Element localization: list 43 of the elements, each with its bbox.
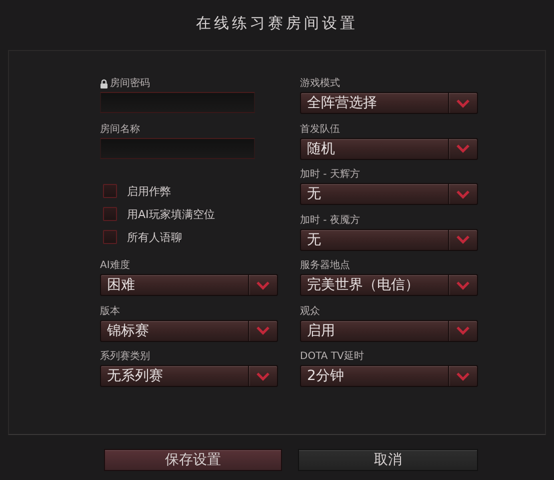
field-label: 房间密码 — [110, 78, 150, 90]
checkbox-label: 所有人语聊 — [127, 230, 182, 244]
chevron-down-icon — [456, 190, 470, 198]
chevron-down-icon — [256, 326, 270, 335]
field-label: 加时 - 夜魇方 — [300, 214, 360, 226]
chevron-down-icon — [456, 98, 470, 108]
field-label: 房间名称 — [100, 124, 140, 136]
field-label: 观众 — [300, 306, 320, 318]
dropdown[interactable]: 全阵营选择 — [300, 92, 478, 114]
dropdown[interactable]: 随机 — [300, 138, 478, 160]
dropdown[interactable]: 困难 — [100, 274, 278, 296]
field-label: AI难度 — [100, 260, 130, 272]
checkbox-label: 用AI玩家填满空位 — [127, 206, 215, 222]
dropdown[interactable]: 无 — [300, 228, 478, 250]
chevron-down-icon — [456, 235, 470, 244]
dialog-title: 在线练习赛房间设置 — [196, 14, 358, 34]
save-button[interactable]: 保存设置 — [104, 449, 282, 471]
chevron-down-icon — [456, 280, 470, 290]
chevron-down-icon — [256, 280, 270, 290]
chevron-down-icon — [456, 372, 470, 380]
field-label: 系列赛类别 — [100, 351, 150, 363]
dropdown[interactable]: 无 — [300, 183, 478, 205]
chevron-down-icon — [256, 372, 270, 380]
checkbox[interactable] — [103, 230, 117, 244]
checkbox[interactable] — [103, 207, 117, 221]
field-label: 加时 - 天辉方 — [300, 169, 360, 181]
field-label: 服务器地点 — [300, 260, 350, 272]
checkbox[interactable] — [103, 184, 117, 198]
dropdown[interactable]: 完美世界（电信） — [300, 274, 478, 296]
cancel-button[interactable]: 取消 — [298, 449, 478, 471]
field-label: 游戏模式 — [300, 78, 340, 90]
dropdown[interactable]: 锦标赛 — [100, 320, 278, 342]
text-field[interactable] — [100, 138, 255, 158]
field-label: 版本 — [100, 306, 120, 318]
chevron-down-icon — [456, 144, 470, 153]
dropdown[interactable]: 启用 — [300, 320, 478, 342]
dropdown[interactable]: 2分钟 — [300, 365, 478, 387]
password-field[interactable] — [100, 92, 255, 113]
chevron-down-icon — [456, 326, 470, 335]
field-label: DOTA TV延时 — [300, 351, 364, 363]
checkbox-label: 启用作弊 — [127, 184, 171, 198]
field-label: 首发队伍 — [300, 124, 340, 136]
dropdown[interactable]: 无系列赛 — [100, 365, 278, 387]
